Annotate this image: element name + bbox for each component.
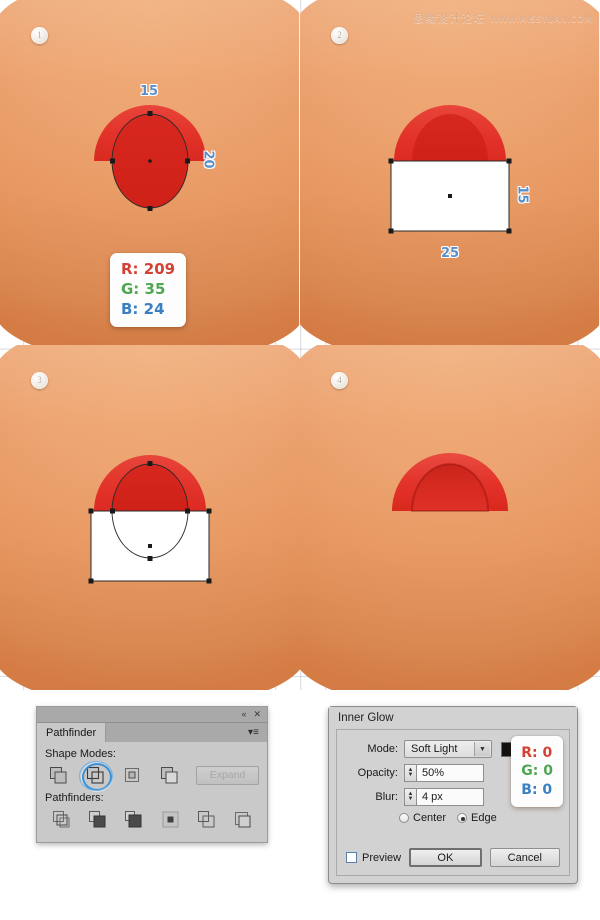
blur-input[interactable]: 4 px [416, 788, 484, 806]
radio-dot-center [399, 813, 409, 823]
intersect-icon [124, 767, 139, 782]
stepper-down-icon[interactable]: ▼ [408, 796, 414, 802]
mode-select[interactable]: Soft Light ▼ [404, 740, 492, 758]
rgb-g-value: G: 35 [121, 279, 166, 298]
cancel-button[interactable]: Cancel [489, 848, 560, 867]
shape-mode-minus-front-button[interactable] [79, 761, 113, 791]
origin-radio-group: Center Edge [337, 812, 569, 824]
blur-label: Blur: [375, 791, 398, 803]
pathfinder-titlebar: « ✕ [37, 707, 267, 723]
step3-vector [88, 455, 212, 584]
measure-label-25-bottom: 25 [441, 246, 460, 261]
radio-edge[interactable]: Edge [457, 812, 497, 824]
radio-edge-label: Edge [471, 812, 497, 824]
pathfinders-label: Pathfinders: [45, 792, 104, 804]
tab-filler: ▾≡ [106, 723, 267, 742]
illustration-step-4 [300, 345, 600, 690]
panel-menu-icon[interactable]: ▾≡ [248, 727, 262, 738]
ok-button[interactable]: OK [409, 848, 482, 867]
pathfinder-trim-button[interactable] [83, 807, 111, 831]
illustration-step-3 [0, 345, 300, 690]
crop-icon [162, 811, 179, 827]
opacity-input[interactable]: 50% [416, 764, 484, 782]
rgb-color-tooltip-glow: R: 0 G: 0 B: 0 [511, 736, 563, 808]
expand-button[interactable]: Expand [196, 765, 259, 785]
opacity-stepper[interactable]: ▲ ▼ [404, 764, 416, 782]
tutorial-step-panel-2: 2 思缘设计论坛 WWW.MISSYUAN.COM 15 25 [300, 0, 600, 345]
minus-back-icon [235, 811, 251, 827]
shape-mode-unite-button[interactable] [45, 763, 71, 787]
rgb-r-value: R: 0 [521, 745, 553, 761]
tab-pathfinder[interactable]: Pathfinder [37, 723, 107, 742]
rgb-b-value: B: 24 [121, 299, 165, 318]
tutorial-step-panel-1: 1 15 20 R: 209 G: 35 B: 24 [0, 0, 300, 345]
mode-label: Mode: [367, 743, 398, 755]
radio-dot-edge [457, 813, 468, 823]
trim-icon [88, 810, 106, 827]
shape-mode-intersect-button[interactable] [119, 763, 145, 787]
pathfinder-divide-button[interactable] [47, 807, 75, 831]
blur-stepper[interactable]: ▲ ▼ [404, 788, 416, 806]
collapse-icon[interactable]: « [241, 710, 246, 719]
opacity-label: Opacity: [357, 767, 398, 779]
inner-glow-dialog[interactable]: Inner Glow Mode: Soft Light ▼ Opacity: ▲… [328, 706, 578, 884]
radio-center[interactable]: Center [399, 812, 446, 824]
measure-label-15-right: 15 [514, 185, 530, 204]
step4-vector [392, 453, 508, 512]
measure-label-15-top: 15 [140, 84, 159, 99]
mode-select-value: Soft Light [411, 743, 458, 755]
shape-mode-exclude-button[interactable] [156, 763, 182, 787]
outline-icon [198, 810, 215, 827]
pathfinder-panel[interactable]: « ✕ Pathfinder ▾≡ Shape Modes: Expand Pa… [36, 706, 268, 843]
shape-modes-row: Expand [45, 761, 259, 791]
dialog-content: Mode: Soft Light ▼ Opacity: ▲ ▼ 50% Blur:… [336, 729, 570, 876]
rgb-r-value: R: 209 [121, 260, 176, 278]
measure-label-20-right: 20 [200, 150, 216, 169]
tutorial-step-panel-4: 4 [300, 345, 600, 690]
pathfinder-body: Shape Modes: Expand Pathfinders: [37, 742, 267, 835]
pathfinder-tab-row: Pathfinder ▾≡ [37, 723, 267, 742]
stepper-down-icon[interactable]: ▼ [408, 772, 414, 778]
divide-icon [52, 810, 69, 827]
rgb-b-value: B: 0 [521, 781, 553, 798]
preview-label: Preview [362, 851, 402, 864]
pathfinder-outline-button[interactable] [193, 807, 221, 831]
radio-center-label: Center [413, 812, 447, 824]
step2-vector [388, 105, 512, 234]
dialog-buttons-row: Preview OK Cancel [337, 848, 569, 867]
unite-icon [49, 766, 66, 783]
dialog-title: Inner Glow [329, 707, 577, 728]
merge-icon [125, 810, 142, 827]
checkbox-box [346, 852, 357, 863]
exclude-icon [160, 766, 177, 783]
pathfinder-crop-button[interactable] [156, 807, 184, 831]
minus-front-icon [86, 766, 104, 784]
illustration-step-2: 15 25 [300, 0, 600, 345]
tutorial-step-panel-3: 3 [0, 345, 300, 690]
pathfinders-row [45, 807, 259, 831]
pathfinder-minus-back-button[interactable] [229, 807, 257, 831]
rgb-color-tooltip-fill: R: 209 G: 35 B: 24 [110, 253, 187, 328]
close-icon[interactable]: ✕ [253, 710, 261, 719]
shape-modes-label: Shape Modes: [45, 748, 116, 760]
rgb-g-value: G: 0 [521, 763, 553, 780]
preview-checkbox[interactable]: Preview [346, 852, 401, 864]
chevron-down-icon[interactable]: ▼ [474, 742, 490, 756]
pathfinder-merge-button[interactable] [120, 807, 148, 831]
tutorial-canvas: 1 15 20 R: 209 G: 35 B: 24 2 思缘设计论坛 WWW.… [0, 0, 600, 690]
